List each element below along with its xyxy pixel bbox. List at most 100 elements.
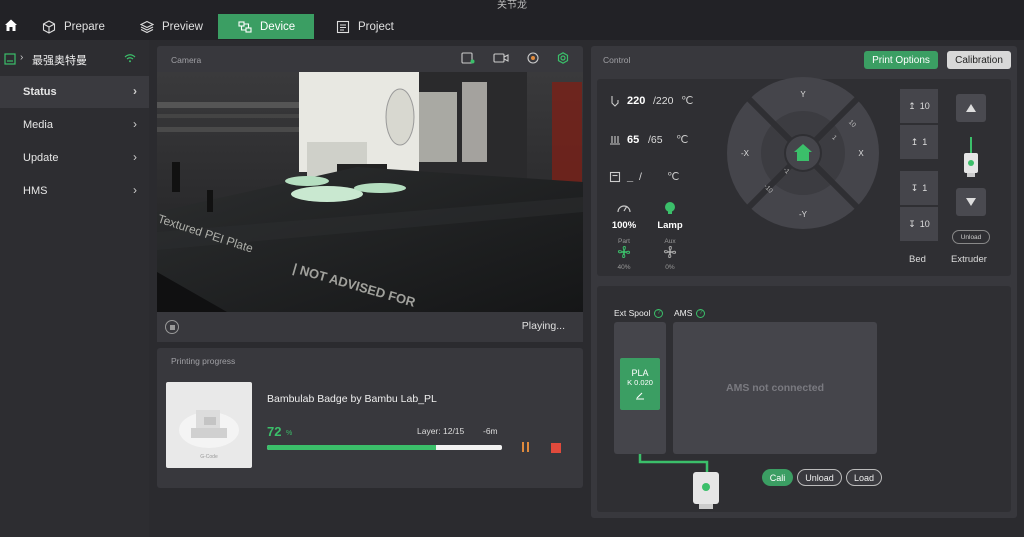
layers-icon — [140, 20, 154, 33]
progress-percent-unit: % — [286, 430, 293, 437]
home-icon[interactable] — [0, 14, 22, 36]
camera-footer: Playing... — [157, 312, 583, 342]
bed-temp-icon — [610, 136, 620, 145]
chevron-right-icon: › — [133, 150, 137, 164]
stop-print-button[interactable] — [551, 443, 561, 453]
window-title: 关节龙 — [497, 0, 527, 11]
camera-toolbar — [461, 52, 569, 64]
tab-label: Preview — [162, 20, 203, 33]
sidebar-item-update[interactable]: Update › — [0, 142, 149, 174]
xy-jog-pad[interactable]: Y -Y X -X 10 1 -1 -10 — [725, 75, 881, 231]
top-bar: 关节龙 Prepare Preview Device Project — [0, 0, 1024, 40]
chevron-right-icon: › — [133, 117, 137, 131]
remaining-time: -6m — [483, 426, 498, 436]
extruder-icon — [964, 137, 978, 177]
jog-x-minus[interactable]: -X — [741, 149, 750, 158]
camera-feed[interactable]: Textured PEI Plate | NOT ADVISED FOR — [157, 72, 583, 312]
progress-bar — [267, 445, 502, 450]
load-button[interactable]: Load — [846, 469, 882, 486]
sd-card-icon[interactable] — [461, 52, 475, 64]
arrow-up-icon: ↥ — [908, 100, 916, 111]
aux-fan-value: 0% — [665, 264, 675, 271]
extruder-down-button[interactable] — [956, 188, 986, 216]
help-icon[interactable]: ? — [654, 308, 664, 318]
sidebar-item-label: Media — [23, 119, 53, 131]
part-fan-label: Part — [618, 238, 630, 245]
extruder-unload-button[interactable]: Unload — [952, 230, 990, 244]
thumbnail-label: G-Code — [200, 454, 218, 460]
progress-bar-fill — [267, 445, 437, 450]
print-options-button[interactable]: Print Options — [864, 51, 938, 69]
control-panel: Control Print Options Calibration 220 /2… — [591, 46, 1017, 518]
chamber-temp-target: / — [639, 171, 642, 183]
sidebar-item-hms[interactable]: HMS › — [0, 175, 149, 207]
bed-up-1-label: 1 — [922, 137, 928, 147]
bed-temp-target[interactable]: /65 — [648, 134, 663, 146]
bed-label: Bed — [909, 254, 926, 265]
sidebar-item-label: HMS — [23, 185, 48, 197]
gcode-thumbnail: G-Code — [166, 382, 252, 468]
jog-x-plus[interactable]: X — [858, 149, 864, 158]
lamp-toggle[interactable]: Lamp — [653, 201, 687, 231]
camera-image: Textured PEI Plate | NOT ADVISED FOR — [157, 72, 583, 312]
ext-spool-label: Ext Spool — [614, 308, 651, 318]
tab-label: Prepare — [64, 20, 105, 33]
calibration-button[interactable]: Calibration — [947, 51, 1011, 69]
speed-control[interactable]: 100% — [607, 201, 641, 231]
extruder-label: Extruder — [951, 254, 987, 265]
printer-icon — [4, 53, 16, 65]
tab-label: Project — [358, 20, 394, 33]
timelapse-icon[interactable] — [527, 52, 539, 64]
bed-up-1-button[interactable]: ↥ 1 — [900, 125, 938, 159]
tab-device[interactable]: Device — [218, 14, 314, 39]
part-fan-control[interactable]: Part 40% — [609, 238, 639, 271]
motion-temperature-area: 220 /220 ℃ 65 /65 ℃ _ / ℃ 100% Lamp Part… — [597, 77, 1011, 276]
edit-pencil-icon[interactable] — [635, 390, 645, 400]
camera-settings-icon[interactable] — [557, 52, 569, 64]
lamp-label: Lamp — [657, 220, 683, 231]
extruder-up-button[interactable] — [956, 94, 986, 122]
bed-down-10-button[interactable]: ↧ 10 — [900, 207, 938, 241]
tab-project[interactable]: Project — [316, 14, 413, 39]
ams-area: Ext Spool ? AMS ? PLA K 0.020 AMS not co… — [597, 286, 1011, 512]
fan-icon — [617, 245, 631, 259]
chevron-right-icon: › — [133, 183, 137, 197]
nozzle-temp-icon — [611, 96, 619, 107]
tab-preview[interactable]: Preview — [120, 14, 217, 39]
unload-button[interactable]: Unload — [797, 469, 842, 486]
tab-prepare[interactable]: Prepare — [22, 14, 119, 39]
nozzle-temp-target[interactable]: /220 — [653, 95, 673, 107]
help-icon[interactable]: ? — [696, 308, 706, 318]
cube-icon — [42, 19, 56, 34]
sidebar-item-status[interactable]: Status › — [0, 76, 149, 108]
bed-up-10-button[interactable]: ↥ 10 — [900, 89, 938, 123]
nozzle-temp-current[interactable]: 220 — [627, 95, 645, 107]
cali-button[interactable]: Cali — [762, 469, 793, 486]
progress-percent: 72 — [267, 424, 282, 439]
aux-fan-control[interactable]: Aux 0% — [655, 238, 685, 271]
arrow-down-icon: ↧ — [908, 218, 916, 229]
printing-progress-panel: Printing progress G-Code Bambulab Badge … — [157, 348, 583, 488]
wifi-icon — [124, 54, 136, 63]
chamber-temp-unit: ℃ — [667, 171, 680, 183]
chevron-right-icon: › — [133, 84, 137, 98]
jog-y-minus[interactable]: -Y — [799, 210, 808, 219]
bed-down-1-button[interactable]: ↧ 1 — [900, 171, 938, 205]
printer-selector[interactable]: › 最强奥特曼 — [0, 48, 149, 70]
triangle-down-icon — [966, 198, 976, 206]
ext-spool-header: Ext Spool ? — [614, 308, 664, 318]
bed-up-10-label: 10 — [919, 101, 930, 111]
video-settings-icon[interactable] — [493, 52, 509, 64]
bed-temp-unit: ℃ — [676, 134, 689, 146]
bed-temp-current[interactable]: 65 — [627, 134, 639, 146]
pause-button[interactable] — [519, 442, 531, 454]
filament-k-value: K 0.020 — [627, 378, 653, 387]
ams-status: AMS not connected — [673, 322, 877, 454]
stop-camera-button[interactable] — [165, 320, 179, 334]
filament-tile[interactable]: PLA K 0.020 — [620, 358, 660, 410]
sidebar-item-label: Update — [23, 152, 59, 164]
sidebar-item-media[interactable]: Media › — [0, 109, 149, 141]
sidebar: › 最强奥特曼 Status › Media › Update › HMS › — [0, 40, 149, 537]
chevron-right-icon: › — [20, 52, 24, 63]
jog-y-plus[interactable]: Y — [800, 90, 806, 99]
